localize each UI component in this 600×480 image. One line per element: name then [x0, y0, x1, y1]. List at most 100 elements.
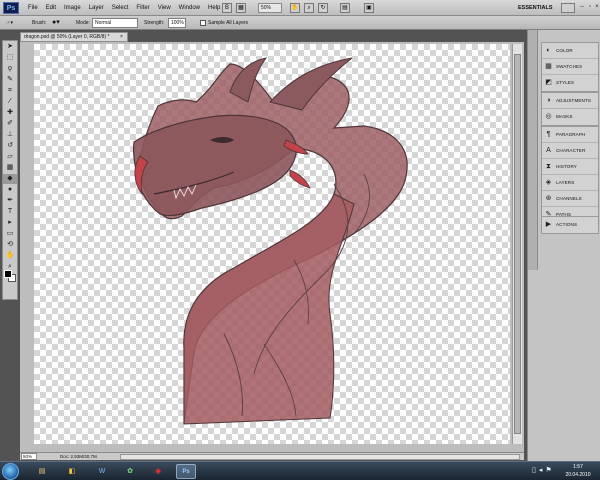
panel-group-layers: ¶ PARAGRAPH A CHARACTER ⧗ HISTORY ◈ LAYE… [541, 126, 599, 224]
strength-label: Strength: [144, 20, 165, 26]
lasso-tool-icon[interactable]: ϙ [3, 64, 17, 74]
panel-label: HISTORY [556, 164, 577, 169]
volume-icon[interactable]: ◂ [539, 465, 543, 477]
actions-icon: ▶ [545, 221, 552, 228]
menu-window[interactable]: Window [175, 0, 204, 16]
minimize-button[interactable]: – [578, 3, 586, 12]
paragraph-icon: ¶ [546, 131, 551, 138]
type-tool-icon[interactable]: T [3, 207, 17, 217]
adjustments-icon: ◑ [546, 97, 551, 104]
close-window-button[interactable]: × [593, 3, 600, 12]
panel-masks[interactable]: ◎ MASKS [542, 109, 598, 125]
panel-styles[interactable]: ◩ STYLES [542, 75, 598, 91]
dragon-artwork [133, 57, 408, 425]
move-tool-icon[interactable]: ➤ [3, 42, 17, 52]
icq-taskbar-icon[interactable]: ✿ [120, 464, 140, 479]
panel-swatches[interactable]: ▦ SWATCHES [542, 59, 598, 75]
panel-label: ACTIONS [556, 222, 578, 227]
foreground-color-swatch[interactable] [4, 270, 12, 278]
clone-stamp-tool-icon[interactable]: ⊥ [3, 130, 17, 140]
brush-tool-icon[interactable]: ✐ [3, 119, 17, 129]
horizontal-scrollbar[interactable] [120, 454, 520, 460]
mini-bridge-icon[interactable]: ▦ [236, 3, 246, 13]
vertical-scrollbar[interactable] [512, 44, 522, 444]
workspace-switcher[interactable]: ESSENTIALS [518, 2, 558, 14]
history-icon: ⧗ [546, 163, 551, 170]
marquee-tool-icon[interactable]: ⬚ [3, 53, 17, 63]
dodge-tool-icon[interactable]: ● [3, 185, 17, 195]
menu-bar: Ps File Edit Image Layer Select Filter V… [0, 0, 600, 16]
crop-tool-icon[interactable]: ⌗ [3, 86, 17, 96]
explorer-taskbar-icon[interactable]: ▤ [32, 464, 52, 479]
system-tray: ▯ ◂ ⚑ [532, 465, 552, 477]
winrar-taskbar-icon[interactable]: ◧ [62, 464, 82, 479]
path-selection-tool-icon[interactable]: ▸ [3, 218, 17, 228]
panel-adjustments[interactable]: ◑ ADJUSTMENTS [542, 93, 598, 109]
panel-channels[interactable]: ⊛ CHANNELS [542, 191, 598, 207]
panel-character[interactable]: A CHARACTER [542, 143, 598, 159]
cs-live-button[interactable] [561, 3, 575, 13]
dragon-cheek-spike [289, 169, 311, 189]
healing-brush-tool-icon[interactable]: ✚ [3, 108, 17, 118]
taskbar-clock[interactable]: 1:57 20.04.2010 [558, 463, 598, 479]
photoshop-taskbar-icon[interactable]: Ps [176, 464, 196, 479]
start-button[interactable] [2, 463, 19, 480]
canvas[interactable] [34, 44, 510, 444]
menu-filter[interactable]: Filter [132, 0, 153, 16]
opera-taskbar-icon[interactable]: ◉ [148, 464, 168, 479]
panel-color[interactable]: ◐ COLOR [542, 43, 598, 59]
dragon-head [133, 114, 297, 217]
eraser-tool-icon[interactable]: ▱ [3, 152, 17, 162]
document-info[interactable]: Doc: 2,93M/30,7M [60, 453, 97, 460]
blur-tool-icon[interactable]: ◆ [3, 174, 17, 184]
panel-dock: ◐ COLOR ▦ SWATCHES ◩ STYLES ◑ ADJUSTMENT… [527, 30, 600, 462]
menu-edit[interactable]: Edit [42, 0, 60, 16]
sample-all-layers-checkbox[interactable] [200, 20, 206, 26]
panel-history[interactable]: ⧗ HISTORY [542, 159, 598, 175]
pen-tool-icon[interactable]: ✒ [3, 196, 17, 206]
panel-actions[interactable]: ▶ ACTIONS [542, 217, 598, 233]
tool-preset-icon[interactable]: ☞▾ [6, 18, 13, 28]
menu-layer[interactable]: Layer [85, 0, 108, 16]
color-icon: ◐ [546, 47, 551, 54]
eyedropper-tool-icon[interactable]: ⁄ [3, 97, 17, 107]
menu-view[interactable]: View [154, 0, 175, 16]
network-icon[interactable]: ▯ [532, 465, 536, 477]
dock-collapse-strip[interactable] [528, 30, 538, 270]
document-close-icon[interactable]: × [120, 33, 123, 41]
quick-selection-tool-icon[interactable]: ✎ [3, 75, 17, 85]
brush-label: Brush: [32, 20, 47, 26]
brush-preview-icon[interactable]: ●▾ [52, 18, 60, 28]
screen-mode-icon[interactable]: ▣ [364, 3, 374, 13]
panel-label: ADJUSTMENTS [556, 98, 592, 103]
rotate-view-icon[interactable]: ↻ [318, 3, 328, 13]
gradient-tool-icon[interactable]: ▦ [3, 163, 17, 173]
menu-list: File Edit Image Layer Select Filter View… [24, 0, 224, 16]
panel-layers[interactable]: ◈ LAYERS [542, 175, 598, 191]
mode-select[interactable]: Normal [92, 18, 138, 28]
zoom-level-select[interactable]: 50% [258, 3, 282, 13]
strength-field[interactable]: 100% [168, 18, 186, 28]
word-taskbar-icon[interactable]: W [92, 464, 112, 479]
history-brush-tool-icon[interactable]: ↺ [3, 141, 17, 151]
bridge-icon[interactable]: B [222, 3, 232, 13]
arrange-documents-icon[interactable]: ▤ [340, 3, 350, 13]
document-tab[interactable]: dragon.psd @ 50% (Layer 0, RGB/8) * [20, 32, 128, 42]
language-icon[interactable]: ⚑ [545, 465, 551, 477]
status-zoom-field[interactable]: 50% [21, 453, 37, 460]
menu-image[interactable]: Image [60, 0, 85, 16]
hand-tool-icon[interactable]: ✋ [3, 251, 17, 261]
hand-tool-icon[interactable]: ✋ [290, 3, 300, 13]
panel-label: LAYERS [556, 180, 575, 185]
windows-taskbar: ▤ ◧ W ✿ ◉ Ps ▯ ◂ ⚑ 1:57 20.04.2010 [0, 461, 600, 480]
shape-tool-icon[interactable]: ▭ [3, 229, 17, 239]
zoom-tool-icon[interactable]: ⌕ [304, 3, 314, 13]
panel-paragraph[interactable]: ¶ PARAGRAPH [542, 127, 598, 143]
menu-file[interactable]: File [24, 0, 42, 16]
masks-icon: ◎ [545, 113, 552, 120]
menu-select[interactable]: Select [108, 0, 133, 16]
layers-icon: ◈ [545, 179, 552, 186]
3d-rotate-tool-icon[interactable]: ⟲ [3, 240, 17, 250]
vertical-scroll-thumb[interactable] [514, 54, 521, 434]
panel-label: PARAGRAPH [556, 132, 586, 137]
